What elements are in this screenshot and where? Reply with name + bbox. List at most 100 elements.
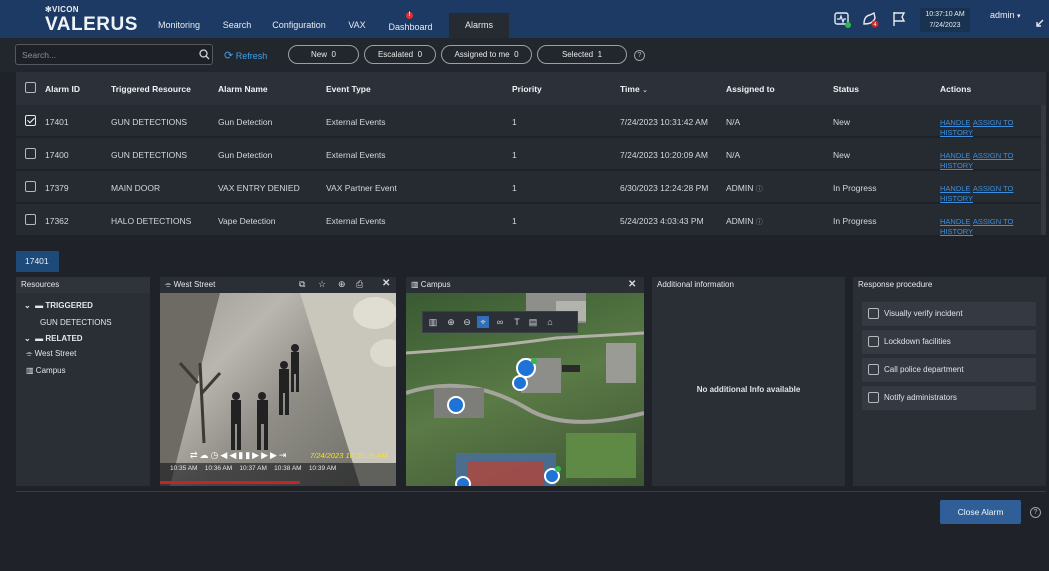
col-assigned-to[interactable]: Assigned to: [726, 84, 775, 94]
user-menu[interactable]: admin ▾: [990, 10, 1021, 20]
help-icon[interactable]: ?: [634, 50, 645, 61]
row-checkbox[interactable]: [25, 115, 36, 126]
tree-triggered[interactable]: ⌄ ▬ TRIGGERED: [24, 301, 93, 310]
procedure-item[interactable]: Lockdown facilities: [862, 330, 1036, 354]
chevron-down-icon: ⌄: [24, 301, 31, 310]
col-alarm-id[interactable]: Alarm ID: [45, 84, 80, 94]
tree-related[interactable]: ⌄ ▬ RELATED: [24, 334, 83, 343]
history-link[interactable]: HISTORY: [940, 161, 973, 170]
procedure-checkbox[interactable]: [868, 364, 879, 375]
procedure-item[interactable]: Visually verify incident: [862, 302, 1036, 326]
assign-to-link[interactable]: ASSIGN TO: [973, 184, 1014, 193]
assign-to-link[interactable]: ASSIGN TO: [973, 118, 1014, 127]
filter-new-button[interactable]: New 0: [288, 45, 359, 64]
search-icon[interactable]: [199, 49, 210, 60]
cell-event: External Events: [326, 150, 386, 160]
health-monitor-icon[interactable]: [833, 10, 851, 28]
handle-link[interactable]: HANDLE: [940, 217, 970, 226]
zoom-in-icon[interactable]: ⊕: [445, 316, 457, 328]
tree-item-west-street[interactable]: ⌯ West Street: [26, 349, 76, 359]
cell-event: External Events: [326, 117, 386, 127]
refresh-icon: ⟳: [224, 50, 234, 62]
history-link[interactable]: HISTORY: [940, 128, 973, 137]
table-scrollbar[interactable]: [1041, 105, 1046, 235]
cell-id: 17379: [45, 183, 69, 193]
nav-alarms[interactable]: Alarms: [449, 13, 509, 39]
export-icon[interactable]: ⎙: [356, 279, 363, 290]
col-priority[interactable]: Priority: [512, 84, 542, 94]
notifications-icon[interactable]: 4: [861, 10, 879, 28]
home-icon[interactable]: ⌂: [544, 316, 556, 328]
row-checkbox[interactable]: [25, 148, 36, 159]
filter-assigned-button[interactable]: Assigned to me 0: [441, 45, 532, 64]
procedure-checkbox[interactable]: [868, 336, 879, 347]
folder-icon: ▬: [35, 301, 44, 310]
alarm-detail-tab[interactable]: 17401: [16, 251, 59, 272]
assign-to-link[interactable]: ASSIGN TO: [973, 217, 1014, 226]
help-icon[interactable]: ?: [1030, 507, 1041, 518]
tree-item-gun-detections[interactable]: GUN DETECTIONS: [40, 318, 112, 327]
col-triggered-resource[interactable]: Triggered Resource: [111, 84, 191, 94]
select-all-checkbox[interactable]: [25, 82, 36, 93]
close-icon[interactable]: ✕: [628, 279, 636, 290]
cell-status: In Progress: [833, 216, 877, 226]
col-event-type[interactable]: Event Type: [326, 84, 371, 94]
refresh-button[interactable]: ⟳ Refresh: [224, 49, 267, 62]
handle-link[interactable]: HANDLE: [940, 118, 970, 127]
nav-monitoring[interactable]: Monitoring: [150, 13, 208, 39]
cell-status: New: [833, 117, 851, 127]
nav-dashboard[interactable]: ! Dashboard: [379, 12, 442, 39]
procedure-checkbox[interactable]: [868, 308, 879, 319]
procedure-checkbox[interactable]: [868, 392, 879, 403]
col-time[interactable]: Time ⌄: [620, 84, 648, 94]
playback-controls[interactable]: ⇄☁◷◀◀▮▮▶▶▶⇥: [190, 450, 288, 461]
procedure-item[interactable]: Call police department: [862, 358, 1036, 382]
handle-link[interactable]: HANDLE: [940, 184, 970, 193]
search-input[interactable]: Search...: [15, 44, 213, 65]
flag-icon[interactable]: [890, 10, 908, 28]
text-icon[interactable]: T: [511, 316, 523, 328]
map-layers-icon[interactable]: ▥: [427, 316, 439, 328]
info-icon[interactable]: ⓘ: [756, 219, 763, 226]
tree-item-campus[interactable]: ▥ Campus: [26, 366, 66, 375]
col-status[interactable]: Status: [833, 84, 859, 94]
timeline[interactable]: 10:35 AM 10:36 AM 10:37 AM 10:38 AM 10:3…: [170, 465, 336, 472]
logo-vicon: ✻VICON: [45, 5, 79, 14]
alert-badge-icon: !: [406, 12, 413, 19]
table-row[interactable]: 17379 MAIN DOOR VAX ENTRY DENIED VAX Par…: [16, 171, 1046, 204]
zoom-out-icon[interactable]: ⊖: [461, 316, 473, 328]
info-icon[interactable]: ⓘ: [756, 186, 763, 193]
link-icon[interactable]: ∞: [494, 316, 506, 328]
history-link[interactable]: HISTORY: [940, 227, 973, 236]
chevron-down-icon: ▾: [1017, 13, 1021, 20]
table-row[interactable]: 17400 GUN DETECTIONS Gun Detection Exter…: [16, 138, 1046, 171]
star-icon[interactable]: ☆: [318, 279, 326, 290]
filter-escalated-button[interactable]: Escalated 0: [364, 45, 436, 64]
nav-search[interactable]: Search: [215, 13, 259, 39]
handle-link[interactable]: HANDLE: [940, 151, 970, 160]
snapshot-icon[interactable]: ⧉: [299, 279, 305, 290]
video-feed[interactable]: ⇄☁◷◀◀▮▮▶▶▶⇥ 7/24/2023 10:36:25 AM 10:35 …: [160, 293, 396, 486]
collapse-arrow-icon[interactable]: [1035, 18, 1045, 28]
table-row[interactable]: 17401 GUN DETECTIONS Gun Detection Exter…: [16, 105, 1046, 138]
row-checkbox[interactable]: [25, 181, 36, 192]
col-alarm-name[interactable]: Alarm Name: [218, 84, 268, 94]
table-row[interactable]: 17362 HALO DETECTIONS Vape Detection Ext…: [16, 204, 1046, 237]
cell-assigned: N/A: [726, 117, 741, 127]
history-link[interactable]: HISTORY: [940, 194, 973, 203]
close-alarm-button[interactable]: Close Alarm: [940, 500, 1021, 524]
cell-name: Gun Detection: [218, 150, 273, 160]
procedure-label: Visually verify incident: [884, 309, 963, 318]
filter-bar: Search... ⟳ Refresh New 0 Escalated 0 As…: [0, 38, 1049, 72]
zoom-icon[interactable]: ⊕: [338, 279, 346, 290]
nav-vax[interactable]: VAX: [342, 13, 372, 39]
row-checkbox[interactable]: [25, 214, 36, 225]
comment-icon[interactable]: ▤: [527, 316, 539, 328]
assign-to-link[interactable]: ASSIGN TO: [973, 151, 1014, 160]
procedure-item[interactable]: Notify administrators: [862, 386, 1036, 410]
cell-actions: HANDLE ASSIGN TO HISTORY: [940, 216, 1046, 236]
close-icon[interactable]: ✕: [382, 278, 390, 289]
nav-configuration[interactable]: Configuration: [263, 13, 335, 39]
pin-icon[interactable]: ⌖: [477, 316, 489, 328]
filter-selected-button[interactable]: Selected 1: [537, 45, 627, 64]
